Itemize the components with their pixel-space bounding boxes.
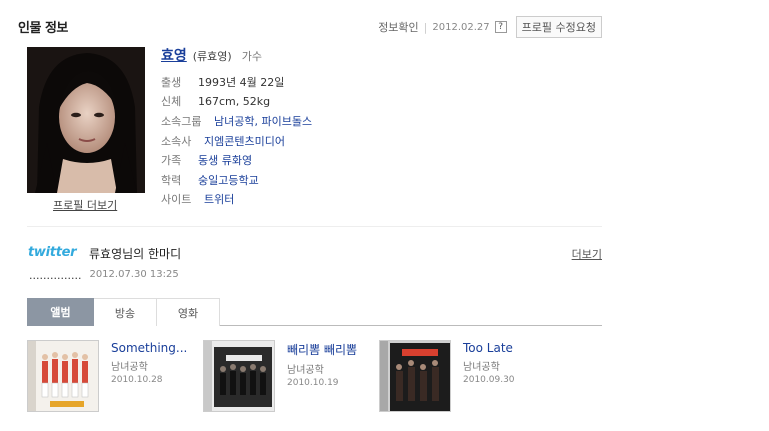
family-link[interactable]: 동생 류화영 [198,152,252,168]
album-cover[interactable] [203,340,275,412]
person-name[interactable]: 효영 [161,45,187,65]
info-label: 신체 [161,95,182,109]
album-title[interactable]: Too Late [463,341,515,355]
album-date: 2010.09.30 [463,375,515,385]
header-actions: 정보확인 | 2012.02.27 ? 프로필 수정요청 [378,16,602,38]
album-date: 2010.10.28 [111,375,163,385]
info-label: 학력 [161,173,182,187]
info-value: 167cm, 52kg [198,94,271,108]
album-artist: 남녀공학 [111,362,148,373]
profile-more-link[interactable]: 프로필 더보기 [53,197,117,213]
tweet-item: ............... 2012.07.30 13:25 [29,269,179,282]
info-label: 출생 [161,75,182,89]
info-label: 소속그룹 [161,114,202,128]
info-row-agency: 소속사 지엠콘텐츠미디어 [161,131,312,151]
info-row-site: 사이트 트위터 [161,190,312,210]
update-date: 2012.02.27 [432,21,490,33]
info-row-body: 신체 167cm, 52kg [161,92,312,112]
album-artist: 남녀공학 [463,362,500,373]
group-link[interactable]: 남녀공학, 파이브돌스 [214,113,312,129]
divider: | [423,20,428,34]
album-item: 빼리뽐 빼리뽐 남녀공학 2010.10.19 [203,340,379,412]
twitter-section-title: 류효영님의 한마디 [89,247,182,261]
album-cover[interactable] [379,340,451,412]
info-label: 소속사 [161,134,192,148]
album-list: Something... 남녀공학 2010.10.28 빼리뽐 빼리뽐 남녀공… [27,340,555,412]
profile-photo[interactable] [27,47,145,193]
help-icon[interactable]: ? [494,21,507,33]
info-row-group: 소속그룹 남녀공학, 파이브돌스 [161,111,312,131]
tab-movies[interactable]: 영화 [157,298,220,326]
info-row-education: 학력 숭일고등학교 [161,170,312,190]
album-artist: 남녀공학 [287,365,324,376]
info-row-family: 가족 동생 류화영 [161,150,312,170]
school-link[interactable]: 숭일고등학교 [198,172,259,188]
album-title[interactable]: 빼리뽐 빼리뽐 [287,341,357,358]
album-date: 2010.10.19 [287,378,339,388]
album-item: Something... 남녀공학 2010.10.28 [27,340,203,412]
info-row-birth: 출생 1993년 4월 22일 [161,72,312,92]
tweet-time: 2012.07.30 13:25 [89,269,179,280]
agency-link[interactable]: 지엠콘텐츠미디어 [204,133,285,149]
page-title: 인물 정보 [18,21,68,36]
tab-albums[interactable]: 앨범 [27,298,94,326]
album-item: Too Late 남녀공학 2010.09.30 [379,340,555,412]
section-divider [27,226,602,227]
tweet-text[interactable]: ............... [29,269,81,282]
person-job: 가수 [241,50,262,63]
album-title[interactable]: Something... [111,341,187,355]
album-cover[interactable] [27,340,99,412]
twitter-more-link[interactable]: 더보기 [572,246,602,262]
album-meta: Something... 남녀공학 2010.10.28 [111,341,187,412]
info-label: 가족 [161,154,182,168]
profile-info-list: 출생 1993년 4월 22일 신체 167cm, 52kg 소속그룹 남녀공학… [161,72,312,209]
tab-broadcast[interactable]: 방송 [94,298,157,326]
name-row: 효영 (류효영) 가수 [161,45,262,65]
profile-edit-request-button[interactable]: 프로필 수정요청 [515,16,602,38]
album-meta: Too Late 남녀공학 2010.09.30 [463,341,515,412]
info-label: 사이트 [161,193,192,207]
twitter-site-link[interactable]: 트위터 [204,191,234,207]
info-value: 1993년 4월 22일 [198,75,285,89]
person-real-name: (류효영) [192,50,232,63]
info-check-label: 정보확인 [378,21,419,34]
album-meta: 빼리뽐 빼리뽐 남녀공학 2010.10.19 [287,341,357,412]
twitter-logo: twitter [28,245,77,260]
media-tabs: 앨범 방송 영화 [27,298,602,326]
